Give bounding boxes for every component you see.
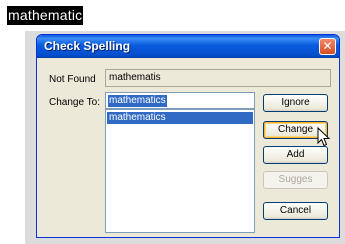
suggest-button: Sugges [263,171,328,189]
change-to-label: Change To: [49,97,100,108]
dialog-titlebar[interactable]: Check Spelling ✕ [37,35,339,58]
ignore-button[interactable]: Ignore [263,94,328,112]
change-to-input[interactable]: mathematics [105,92,255,109]
screen: mathematic Check Spelling ✕ Not Found ma… [0,0,345,244]
selected-document-word: mathematic [7,6,84,25]
check-spelling-dialog: Check Spelling ✕ Not Found mathematis Ch… [36,34,340,238]
change-to-value: mathematics [108,95,167,107]
not-found-value: mathematis [109,72,161,83]
cancel-button[interactable]: Cancel [263,202,328,220]
dialog-title: Check Spelling [44,39,131,53]
not-found-label: Not Found [49,74,96,85]
add-button[interactable]: Add [263,146,328,164]
suggestions-list[interactable]: mathematics [105,109,255,233]
suggestion-item[interactable]: mathematics [107,112,253,124]
mouse-pointer-icon [317,127,331,147]
not-found-field: mathematis [105,69,331,87]
close-icon[interactable]: ✕ [319,38,336,55]
